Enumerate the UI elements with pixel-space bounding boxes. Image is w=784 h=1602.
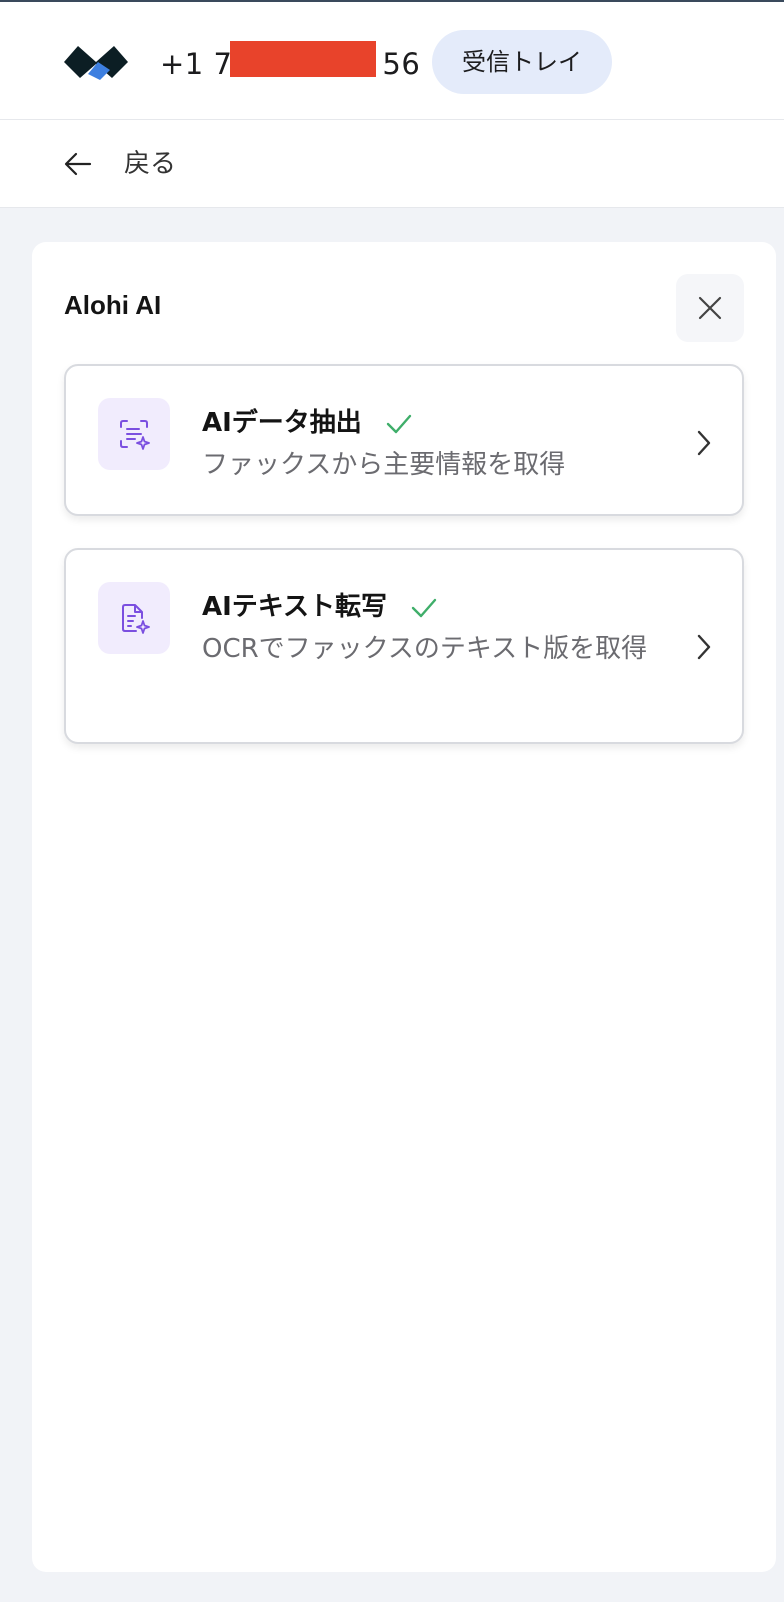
inbox-button[interactable]: 受信トレイ	[432, 30, 612, 94]
redaction-box	[230, 41, 376, 77]
document-sparkle-icon	[122, 604, 150, 634]
close-button[interactable]	[676, 274, 744, 342]
card-icon-box	[98, 398, 170, 470]
back-label[interactable]: 戻る	[124, 144, 176, 184]
panel-title: Alohi AI	[64, 290, 162, 320]
arrow-left-icon[interactable]	[62, 148, 94, 180]
close-icon	[698, 296, 722, 320]
card-subtitle: ファックスから主要情報を取得	[202, 450, 566, 480]
chevron-right-icon	[697, 430, 711, 456]
card-title: AIデータ抽出	[202, 408, 362, 438]
card-icon-box	[98, 582, 170, 654]
ai-data-extraction-card[interactable]: AIデータ抽出 ファックスから主要情報を取得	[64, 364, 744, 516]
scan-sparkle-icon	[120, 420, 150, 450]
card-title-wrap: AIテキスト転写	[202, 586, 438, 623]
check-icon	[386, 414, 412, 433]
card-subtitle: OCRでファックスのテキスト版を取得	[202, 634, 648, 664]
back-bar[interactable]: 戻る	[0, 120, 784, 208]
check-icon	[411, 598, 437, 617]
chevron-right-icon	[697, 634, 711, 660]
app-header: +1 7 56 受信トレイ	[0, 2, 784, 120]
card-title-wrap: AIデータ抽出	[202, 402, 413, 439]
ai-panel: Alohi AI AIデータ抽出 ファックスから主要情報を取得 AIテキスト転写…	[32, 242, 776, 1572]
alohi-logo-icon[interactable]	[62, 40, 130, 84]
card-title: AIテキスト転写	[202, 592, 388, 622]
ai-text-transcription-card[interactable]: AIテキスト転写 OCRでファックスのテキスト版を取得	[64, 548, 744, 744]
